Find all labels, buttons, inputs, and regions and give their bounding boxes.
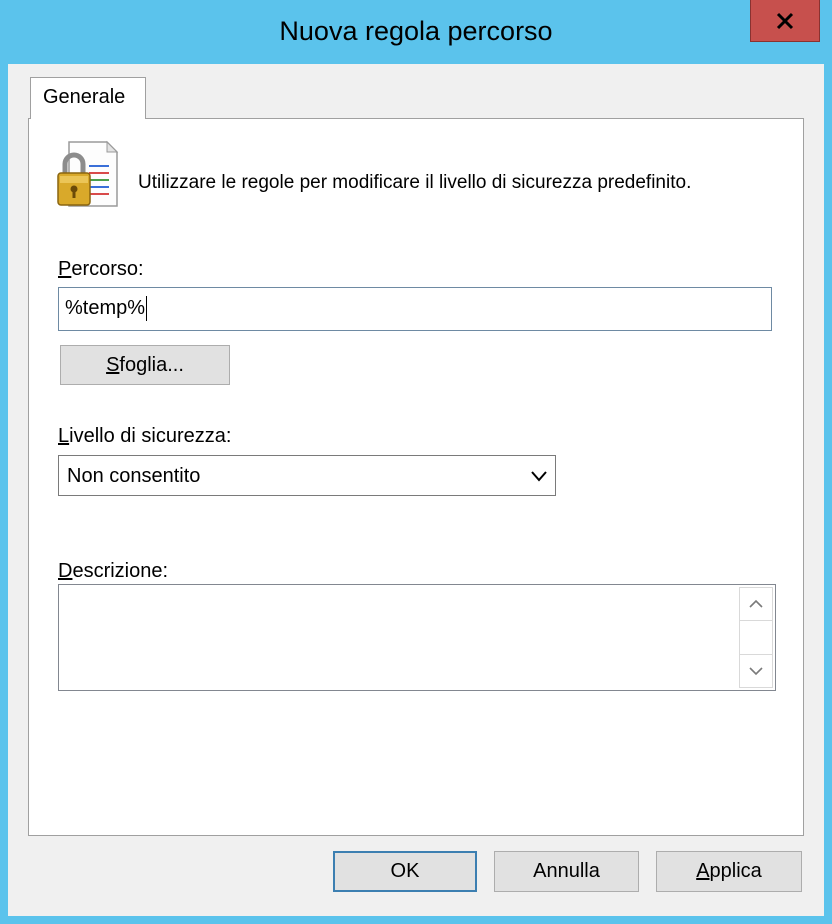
security-level-label: Livello di sicurezza: <box>58 425 232 447</box>
scroll-down-button[interactable] <box>739 654 773 688</box>
dialog-window: Nuova regola percorso Generale Utilizzar… <box>0 0 832 924</box>
scroll-up-button[interactable] <box>739 587 773 621</box>
apply-label: Applica <box>696 860 762 882</box>
ok-button[interactable]: OK <box>333 851 477 892</box>
cancel-button[interactable]: Annulla <box>494 851 639 892</box>
path-input[interactable]: %temp% <box>58 287 772 331</box>
security-level-dropdown[interactable]: Non consentito <box>58 455 556 496</box>
description-textarea[interactable] <box>58 584 776 691</box>
ok-label: OK <box>390 860 420 882</box>
tab-label: Generale <box>43 86 126 108</box>
browse-label: Sfoglia... <box>106 353 184 376</box>
cancel-label: Annulla <box>533 860 600 882</box>
chevron-down-icon <box>749 667 763 676</box>
close-icon <box>776 12 794 29</box>
description-scrollbar[interactable] <box>739 587 773 688</box>
chevron-up-icon <box>749 599 763 608</box>
apply-button[interactable]: Applica <box>656 851 802 892</box>
text-caret <box>146 296 147 321</box>
window-title: Nuova regola percorso <box>279 16 553 46</box>
tab-generale[interactable]: Generale <box>30 77 146 119</box>
title-bar[interactable]: Nuova regola percorso <box>0 0 832 64</box>
chevron-down-icon <box>531 471 547 482</box>
close-button[interactable] <box>750 0 820 42</box>
intro-text: Utilizzare le regole per modificare il l… <box>138 172 692 193</box>
security-level-value: Non consentito <box>67 465 201 487</box>
path-label: Percorso: <box>58 258 144 280</box>
lock-document-icon <box>57 140 119 207</box>
path-value: %temp% <box>65 297 146 319</box>
description-label: Descrizione: <box>58 560 169 582</box>
scroll-track[interactable] <box>739 621 773 654</box>
browse-button[interactable]: Sfoglia... <box>60 345 230 385</box>
